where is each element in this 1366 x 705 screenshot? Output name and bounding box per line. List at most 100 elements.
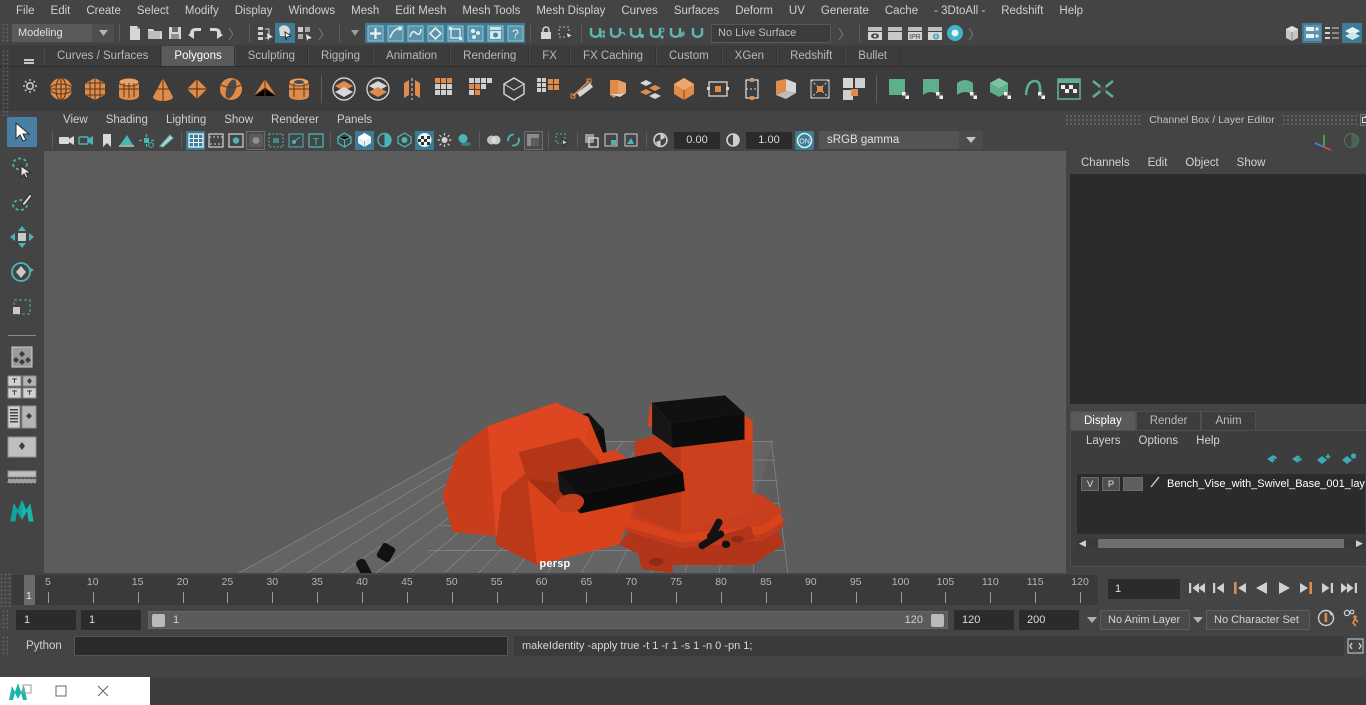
select-surface-icon[interactable] xyxy=(425,23,446,43)
play-forwards-icon[interactable] xyxy=(1276,581,1292,600)
layer-tab-anim[interactable]: Anim xyxy=(1201,411,1256,430)
viewport-menu-panels[interactable]: Panels xyxy=(328,114,381,126)
open-scene-icon[interactable] xyxy=(145,23,165,43)
select-render-icon[interactable] xyxy=(485,23,506,43)
menu-item-surfaces[interactable]: Surfaces xyxy=(666,2,727,20)
layer-editor-icon[interactable] xyxy=(1342,23,1362,43)
poly-pipe-icon[interactable] xyxy=(282,72,316,106)
move-tool-icon[interactable] xyxy=(7,222,37,252)
select-object-icon[interactable] xyxy=(275,23,296,43)
render-settings-icon[interactable] xyxy=(925,23,945,43)
minimize-icon[interactable] xyxy=(40,677,82,705)
character-set-dropdown-arrow[interactable] xyxy=(1190,617,1206,623)
panel-grip[interactable] xyxy=(1282,114,1358,125)
layer-menu-options[interactable]: Options xyxy=(1130,435,1188,447)
close-icon[interactable] xyxy=(82,677,124,705)
layer-menu-layers[interactable]: Layers xyxy=(1077,435,1130,447)
motion-blur-icon[interactable] xyxy=(504,131,523,150)
extract-icon[interactable] xyxy=(395,72,429,106)
toolbar-collapse-handle[interactable]: 〉 xyxy=(965,24,984,43)
step-forward-frame-icon[interactable] xyxy=(1298,581,1314,600)
channel-menu-channels[interactable]: Channels xyxy=(1072,157,1139,169)
attribute-editor-icon[interactable] xyxy=(1302,23,1322,43)
rotate-tool-icon[interactable] xyxy=(7,257,37,287)
four-view-layout-icon[interactable] xyxy=(7,374,37,400)
select-tool-icon[interactable] xyxy=(7,117,37,147)
playback-start-time-field[interactable]: 1 xyxy=(81,610,141,630)
script-editor-icon[interactable] xyxy=(1344,638,1366,654)
combine-icon[interactable] xyxy=(327,72,361,106)
menu-item-curves[interactable]: Curves xyxy=(613,2,665,20)
shelf-tab-rigging[interactable]: Rigging xyxy=(308,46,374,66)
uv-layout-icon[interactable] xyxy=(916,72,950,106)
axis-orientation-icon[interactable] xyxy=(1311,131,1337,156)
two-d-pan-zoom-icon[interactable] xyxy=(137,131,156,150)
anim-layer-dropdown-arrow[interactable] xyxy=(1084,617,1100,623)
texture-display-icon[interactable]: T xyxy=(306,131,325,150)
scroll-left-arrow[interactable]: ◀ xyxy=(1077,538,1088,549)
shelf-tab-animation[interactable]: Animation xyxy=(373,46,451,66)
step-forward-key-icon[interactable] xyxy=(1320,581,1334,600)
shelf-tab-curves-surfaces[interactable]: Curves / Surfaces xyxy=(44,46,162,66)
last-tool-icon[interactable] xyxy=(7,344,37,370)
uv-snapshot-icon[interactable] xyxy=(882,72,916,106)
poly-sphere-icon[interactable] xyxy=(44,72,78,106)
go-to-end-icon[interactable] xyxy=(1340,581,1358,600)
layer-tab-render[interactable]: Render xyxy=(1135,411,1202,430)
select-component-icon[interactable] xyxy=(295,23,315,43)
step-back-key-icon[interactable] xyxy=(1212,581,1226,600)
channel-menu-edit[interactable]: Edit xyxy=(1139,157,1177,169)
channel-box-panel[interactable] xyxy=(1070,174,1366,404)
step-back-frame-icon[interactable] xyxy=(1232,581,1248,600)
menu-item-edit-mesh[interactable]: Edit Mesh xyxy=(387,2,454,20)
anim-layer-selector[interactable]: No Anim Layer xyxy=(1100,610,1190,630)
color-management-toggle-icon[interactable]: ON xyxy=(795,130,814,150)
current-frame-field[interactable]: 1 xyxy=(1108,579,1180,599)
command-input[interactable] xyxy=(74,636,508,656)
isolate-select-icon[interactable] xyxy=(553,131,572,150)
lasso-select-tool-icon[interactable] xyxy=(7,152,37,182)
move-layer-down-icon[interactable] xyxy=(1291,452,1307,470)
animation-preferences-icon[interactable] xyxy=(1342,608,1362,633)
poly-cone-icon[interactable] xyxy=(146,72,180,106)
render-frame-icon[interactable] xyxy=(885,23,905,43)
list-item[interactable]: V P Bench_Vise_with_Swivel_Base_001_lay xyxy=(1077,474,1365,494)
mirror-icon[interactable] xyxy=(735,72,769,106)
uv-editor-icon[interactable] xyxy=(837,72,871,106)
3d-viewport[interactable]: persp xyxy=(44,151,1066,573)
layer-visibility-toggle[interactable]: V xyxy=(1081,477,1099,491)
select-curve-icon[interactable] xyxy=(405,23,426,43)
menu-item-mesh-tools[interactable]: Mesh Tools xyxy=(454,2,528,20)
select-camera-icon[interactable] xyxy=(57,131,76,150)
shelf-tab-polygons[interactable]: Polygons xyxy=(161,46,235,66)
shelf-tab-bullet[interactable]: Bullet xyxy=(845,46,901,66)
panel-grip[interactable] xyxy=(1066,114,1142,125)
maya-app-icon[interactable] xyxy=(0,681,40,701)
command-language-label[interactable]: Python xyxy=(10,640,74,652)
image-plane-icon[interactable] xyxy=(117,131,136,150)
marquee-select-icon[interactable] xyxy=(556,23,576,43)
menu-set-dropdown-arrow[interactable] xyxy=(92,24,114,42)
auto-key-icon[interactable] xyxy=(1316,608,1336,633)
multisample-icon[interactable] xyxy=(524,130,543,150)
live-surface-field[interactable]: No Live Surface xyxy=(711,23,832,43)
new-layer-icon[interactable] xyxy=(1316,452,1332,470)
new-layer-from-selected-icon[interactable] xyxy=(1341,452,1357,470)
shading-sphere-icon[interactable] xyxy=(1343,132,1360,154)
menu-item-edit[interactable]: Edit xyxy=(43,2,79,20)
undo-icon[interactable] xyxy=(185,23,205,43)
ambient-occlusion-icon[interactable] xyxy=(484,131,503,150)
menu-set-selector[interactable]: Modeling xyxy=(12,24,92,42)
viewport-menu-shading[interactable]: Shading xyxy=(97,114,157,126)
create-polygon-tool-icon[interactable] xyxy=(497,72,531,106)
panel-zoom-icon[interactable] xyxy=(602,131,621,150)
use-default-material-icon[interactable] xyxy=(395,131,414,150)
range-slider-bar[interactable]: 1 120 xyxy=(148,611,948,629)
shaded-wireframe-icon[interactable] xyxy=(375,131,394,150)
gamma-icon[interactable] xyxy=(723,131,742,150)
menu-item-generate[interactable]: Generate xyxy=(813,2,877,20)
snap-curve-icon[interactable] xyxy=(607,23,627,43)
snapshot-icon[interactable] xyxy=(622,131,641,150)
menu-item-file[interactable]: File xyxy=(8,2,43,20)
select-handle-icon[interactable] xyxy=(385,23,406,43)
